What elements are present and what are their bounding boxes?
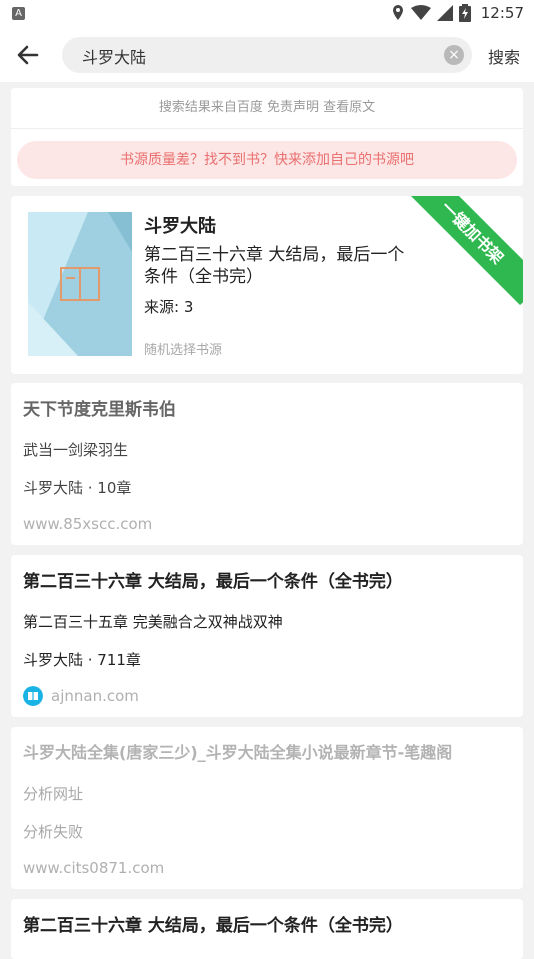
clear-search-icon[interactable]: × xyxy=(444,45,464,65)
status-bar: A 12:57 xyxy=(0,0,534,28)
battery-icon xyxy=(458,4,471,22)
result-title: 第二百三十六章 大结局，最后一个条件（全书完） xyxy=(23,916,403,936)
book-cover[interactable] xyxy=(28,212,132,356)
wifi-icon xyxy=(410,5,431,20)
location-icon xyxy=(392,5,403,20)
book-title: 斗罗大陆 xyxy=(144,216,216,237)
back-arrow-icon[interactable] xyxy=(12,40,44,70)
search-field[interactable]: × xyxy=(62,37,472,75)
add-to-shelf-ribbon[interactable]: 一键加书架 xyxy=(399,196,523,306)
search-result-card[interactable]: 斗罗大陆全集(唐家三少)_斗罗大陆全集小说最新章节-笔趣阁 分析网址 分析失败 … xyxy=(11,727,523,889)
book-result-card[interactable]: 斗罗大陆 第二百三十六章 大结局，最后一个条件（全书完） 来源: 3 随机选择书… xyxy=(11,196,523,374)
book-cover-image xyxy=(28,212,132,356)
search-notice-card: 搜索结果来自百度 免责声明 查看原文 书源质量差？找不到书？快来添加自己的书源吧 xyxy=(11,88,523,186)
search-result-card[interactable]: 天下节度克里斯韦伯 武当一剑梁羽生 斗罗大陆 · 10章 www.85xscc.… xyxy=(11,383,523,545)
baidu-disclaimer[interactable]: 搜索结果来自百度 免责声明 查看原文 xyxy=(11,96,523,115)
random-source-link[interactable]: 随机选择书源 xyxy=(144,339,222,358)
site-logo-icon xyxy=(23,686,43,706)
status-icons: 12:57 xyxy=(391,4,524,22)
result-site: www.cits0871.com xyxy=(23,859,165,877)
search-input[interactable] xyxy=(80,37,424,75)
signal-icon xyxy=(436,5,453,21)
divider xyxy=(11,128,523,129)
result-title: 第二百三十六章 大结局，最后一个条件（全书完） xyxy=(23,572,403,592)
app-notification-icon: A xyxy=(12,7,25,20)
search-result-card[interactable]: 第二百三十六章 大结局，最后一个条件（全书完） 第二百三十五章 完美融合之双神战… xyxy=(11,555,523,717)
result-author: 武当一剑梁羽生 xyxy=(23,441,129,459)
source-count: 来源: 3 xyxy=(144,298,194,316)
result-book-info: 斗罗大陆 · 10章 xyxy=(23,479,132,497)
result-title: 斗罗大陆全集(唐家三少)_斗罗大陆全集小说最新章节-笔趣阁 xyxy=(23,743,453,762)
result-status: 分析网址 xyxy=(23,785,84,803)
result-book-info: 斗罗大陆 · 711章 xyxy=(23,651,141,669)
search-button[interactable]: 搜索 xyxy=(488,44,520,68)
search-result-card[interactable]: 第二百三十六章 大结局，最后一个条件（全书完） xyxy=(11,899,523,959)
result-site: ajnnan.com xyxy=(51,687,139,705)
clock: 12:57 xyxy=(480,4,524,22)
result-site: www.85xscc.com xyxy=(23,515,153,533)
result-status-detail: 分析失败 xyxy=(23,823,84,841)
latest-chapter: 第二百三十六章 大结局，最后一个条件（全书完） xyxy=(144,245,405,287)
result-latest-chapter: 第二百三十五章 完美融合之双神战双神 xyxy=(23,613,283,631)
result-title: 天下节度克里斯韦伯 xyxy=(23,400,176,420)
add-source-banner[interactable]: 书源质量差？找不到书？快来添加自己的书源吧 xyxy=(17,141,517,179)
search-toolbar: × 搜索 xyxy=(0,28,534,82)
